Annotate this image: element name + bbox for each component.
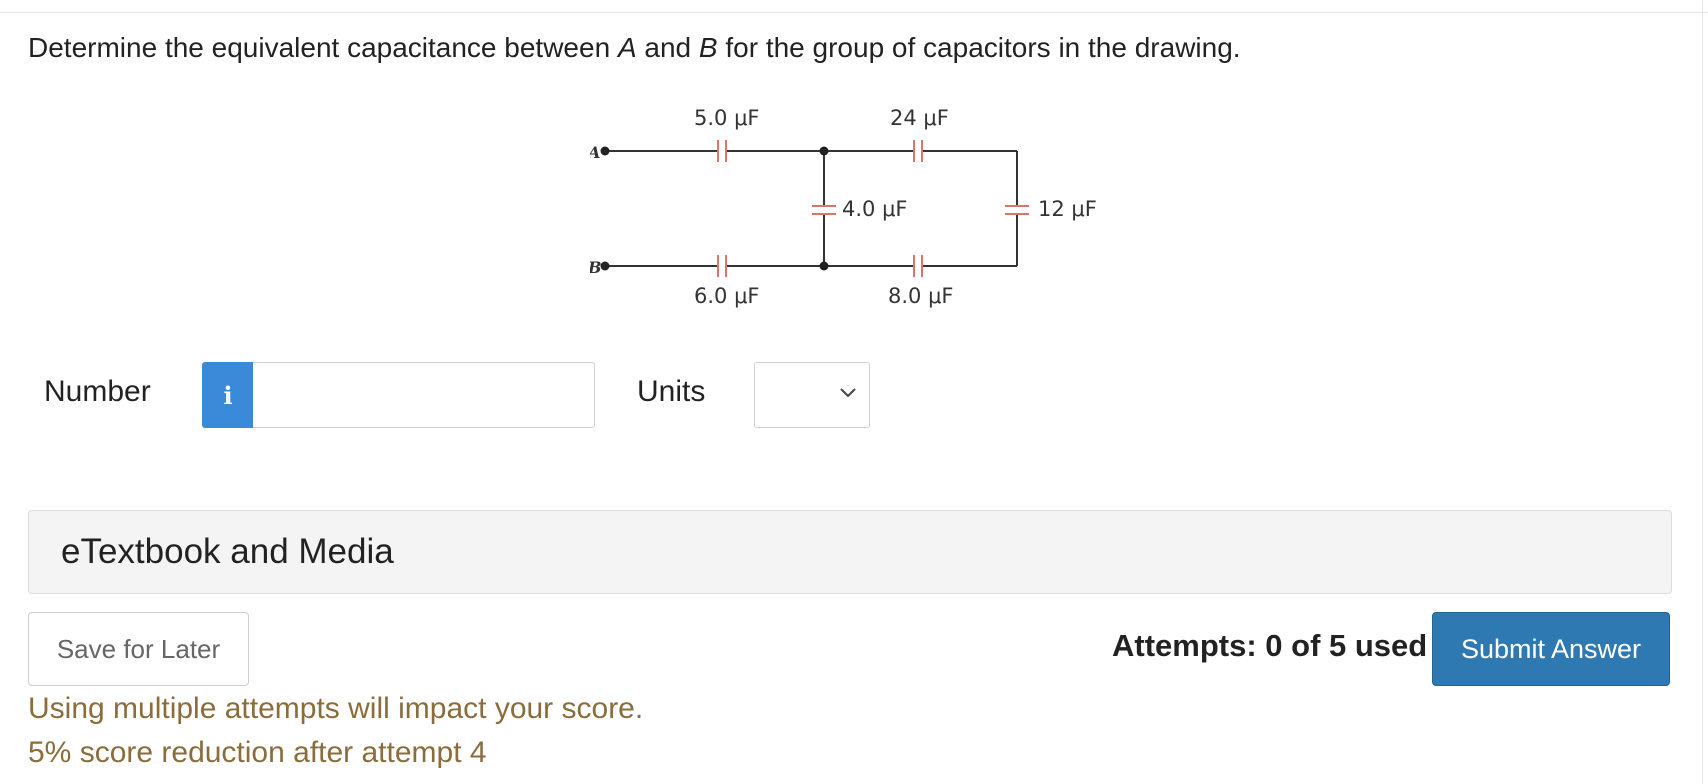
chevron-down-icon (840, 388, 856, 398)
top-divider (0, 12, 1708, 13)
question-text: Determine the equivalent capacitance bet… (28, 32, 1241, 64)
save-for-later-button[interactable]: Save for Later (28, 612, 249, 686)
number-label: Number (44, 375, 151, 408)
attempts-warning: Using multiple attempts will impact your… (28, 692, 644, 725)
node-a-label: A (590, 143, 600, 162)
terminal-b-dot (600, 261, 610, 271)
capacitor-right (1005, 205, 1029, 215)
question-part2: and (636, 32, 699, 63)
capacitor-middle (812, 205, 836, 215)
etextbook-media-panel[interactable]: eTextbook and Media (28, 510, 1672, 594)
label-bottom-right: 8.0 μF (888, 284, 954, 308)
junction-bottom-dot (819, 261, 829, 271)
capacitor-circuit-diagram: A B 5.0 μF 24 μF 4.0 μF 12 μF 6.0 μF 8.0… (590, 106, 1097, 308)
attempts-counter: Attempts: 0 of 5 used (1112, 628, 1428, 663)
etextbook-media-label: eTextbook and Media (61, 532, 394, 571)
label-right: 12 μF (1038, 197, 1097, 221)
info-icon[interactable]: i (202, 362, 254, 428)
node-b-label: B (590, 258, 602, 277)
right-divider (1702, 0, 1703, 784)
score-reduction-notice: 5% score reduction after attempt 4 (28, 736, 487, 769)
terminal-a-dot (600, 146, 610, 156)
submit-answer-button[interactable]: Submit Answer (1432, 612, 1670, 686)
question-node-a: A (617, 32, 637, 63)
capacitor-top-left (717, 140, 727, 162)
question-node-b: B (698, 32, 718, 63)
label-top-right: 24 μF (890, 106, 949, 130)
junction-top-dot (819, 146, 829, 156)
question-part1: Determine the equivalent capacitance bet… (28, 32, 618, 63)
capacitor-top-right (913, 140, 923, 162)
units-label: Units (637, 375, 706, 408)
capacitor-bottom-right (913, 255, 923, 277)
question-part3: for the group of capacitors in the drawi… (717, 32, 1241, 63)
units-select[interactable] (754, 362, 870, 428)
label-bottom-left: 6.0 μF (694, 284, 760, 308)
number-input[interactable] (253, 362, 595, 428)
label-top-left: 5.0 μF (694, 106, 760, 130)
circuit-wires (605, 150, 1018, 267)
capacitor-bottom-left (717, 255, 727, 277)
label-middle: 4.0 μF (842, 197, 908, 221)
